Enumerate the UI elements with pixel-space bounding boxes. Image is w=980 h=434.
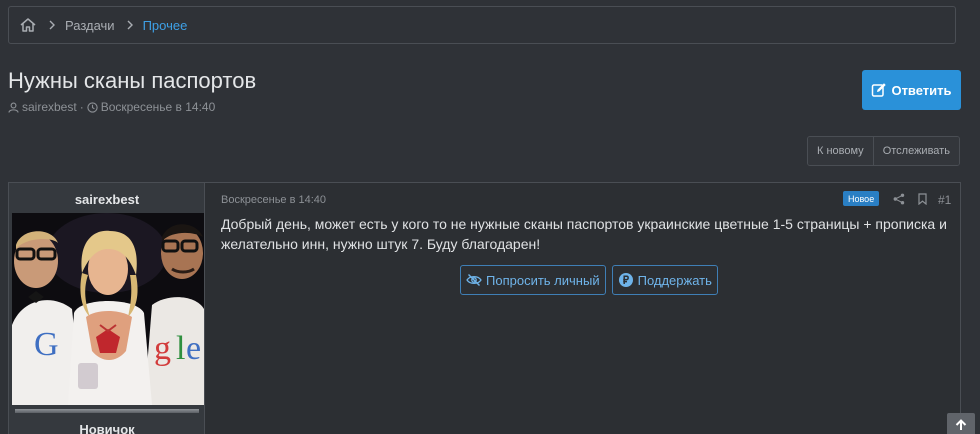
scroll-top-button[interactable] [947, 413, 975, 434]
support-label: Поддержать [637, 272, 712, 288]
breadcrumb-item-other[interactable]: Прочее [143, 18, 188, 33]
svg-text:l: l [176, 330, 185, 367]
meta-separator: · [79, 100, 84, 114]
watch-button[interactable]: Отслеживать [872, 137, 959, 165]
bookmark-icon[interactable] [917, 193, 928, 205]
post-date[interactable]: Воскресенье в 14:40 [221, 194, 326, 206]
to-new-button[interactable]: К новому [808, 137, 873, 165]
post: sairexbest G g l e Новичок Воскресенье в… [8, 182, 961, 434]
avatar[interactable]: G g l e [12, 213, 204, 405]
svg-text:e: e [186, 330, 201, 367]
clock-icon [87, 101, 98, 113]
eye-off-icon [466, 272, 482, 288]
page-title: Нужны сканы паспортов [8, 68, 257, 93]
home-icon[interactable] [19, 16, 37, 34]
thread-meta: sairexbest · Воскресенье в 14:40 [8, 100, 215, 114]
thread-actions: К новому Отслеживать [807, 136, 960, 166]
thread-author[interactable]: sairexbest [22, 100, 77, 114]
post-username[interactable]: sairexbest [9, 192, 205, 207]
post-actions: Попросить личный Поддержать [460, 265, 718, 295]
user-icon [8, 102, 19, 113]
support-button[interactable]: Поддержать [611, 265, 718, 295]
chevron-right-icon [47, 20, 57, 30]
breadcrumb-item-distributions[interactable]: Раздачи [65, 18, 115, 33]
post-body: Добрый день, может есть у кого то не нуж… [221, 216, 947, 252]
request-private-button[interactable]: Попросить личный [460, 265, 606, 295]
svg-text:g: g [154, 330, 171, 367]
new-badge: Новое [843, 191, 880, 206]
user-rank: Новичок [79, 422, 135, 434]
rank-bar [15, 409, 199, 413]
post-content: Воскресенье в 14:40 Новое #1 Добрый день… [221, 183, 960, 434]
svg-text:G: G [34, 326, 59, 363]
breadcrumb: Раздачи Прочее [8, 6, 956, 44]
arrow-up-icon [954, 418, 968, 432]
reply-button-label: Ответить [891, 82, 952, 98]
ruble-icon [618, 272, 634, 288]
post-number[interactable]: #1 [938, 193, 951, 207]
thread-date[interactable]: Воскресенье в 14:40 [101, 100, 216, 114]
chevron-right-icon [125, 20, 135, 30]
share-icon[interactable] [893, 193, 905, 205]
edit-icon [871, 82, 887, 98]
user-panel: sairexbest G g l e Новичок [9, 183, 205, 434]
reply-button[interactable]: Ответить [862, 70, 961, 110]
request-private-label: Попросить личный [486, 272, 600, 288]
